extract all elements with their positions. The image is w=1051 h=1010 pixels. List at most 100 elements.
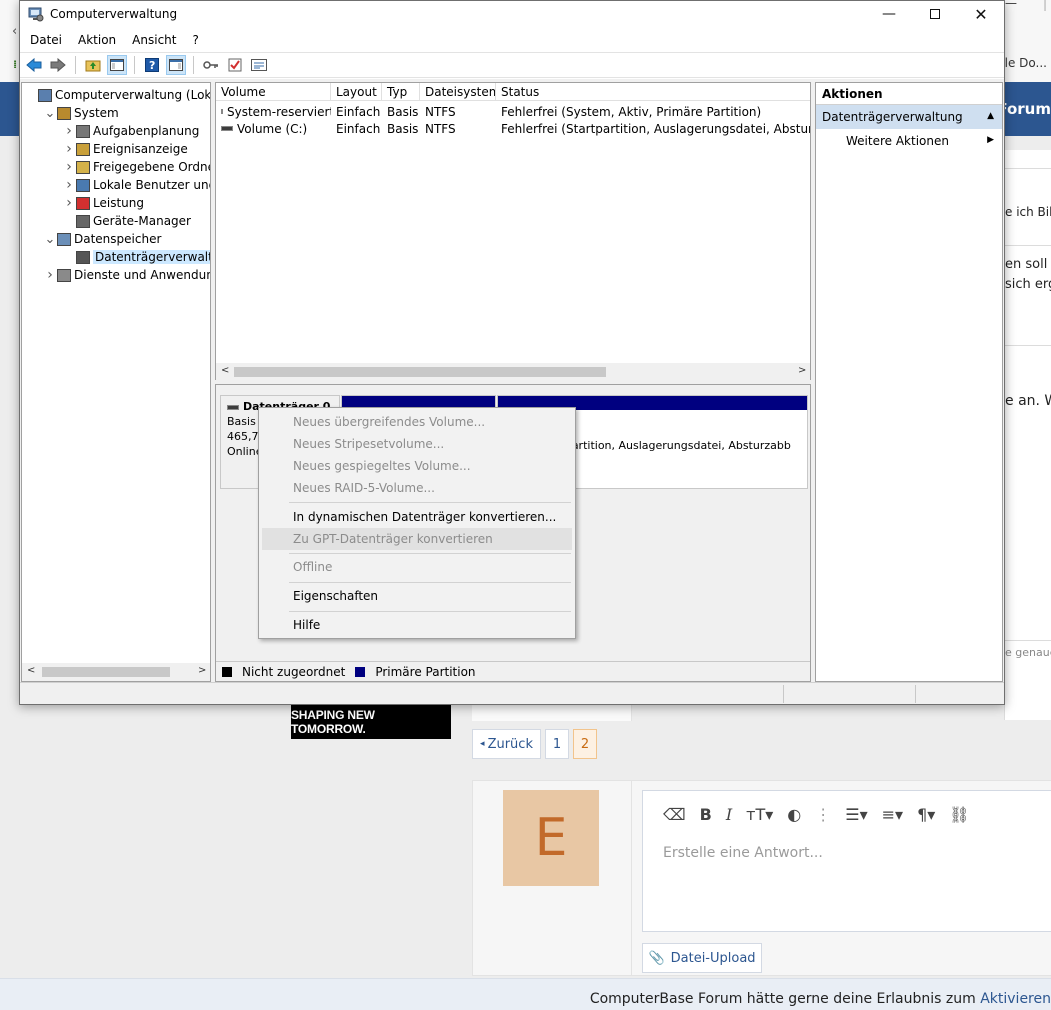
chevron-down-icon[interactable]: ⌄ (43, 232, 57, 247)
list-horizontal-scrollbar[interactable]: < > (216, 363, 810, 380)
system-tools-icon (57, 106, 71, 120)
statusbar (20, 682, 1004, 704)
tree-horizontal-scrollbar[interactable]: < > (22, 663, 210, 681)
ad-banner[interactable]: SHAPING NEW TOMORROW. (291, 705, 451, 739)
forum-post-area (1004, 150, 1051, 720)
pagination-back-button[interactable]: ◂ Zurück (472, 729, 541, 759)
tree-item[interactable]: › Freigegebene Ordner (62, 158, 210, 176)
column-header-volume[interactable]: Volume (216, 83, 331, 101)
tree-item[interactable]: › Aufgabenplanung (62, 122, 199, 140)
avatar[interactable]: E (503, 790, 599, 886)
tree-item[interactable]: › Leistung (62, 194, 144, 212)
table-row[interactable]: System-reserviert Einfach Basis NTFS Feh… (216, 103, 810, 120)
chevron-right-icon[interactable]: › (62, 177, 76, 193)
scroll-right-icon[interactable]: > (198, 665, 206, 676)
pagination-page-2[interactable]: 2 (573, 729, 597, 759)
actions-pane: Aktionen Datenträgerverwaltung ▲ Weitere… (815, 82, 1003, 682)
menu-item-offline[interactable]: Offline (262, 556, 572, 578)
scroll-left-icon[interactable]: < (27, 665, 35, 676)
console-tree-icon (110, 59, 124, 71)
menu-item-convert-gpt[interactable]: Zu GPT-Datenträger konvertieren (262, 528, 572, 550)
table-row[interactable]: Volume (C:) Einfach Basis NTFS Fehlerfre… (216, 120, 810, 137)
more-options-icon[interactable]: ⋮ (815, 805, 831, 824)
users-groups-icon (76, 178, 90, 192)
close-icon: ✕ (974, 4, 988, 24)
list-icon[interactable]: ☰▾ (845, 805, 867, 824)
chevron-right-icon[interactable]: › (43, 267, 57, 283)
actions-section-label: Datenträgerverwaltung (822, 110, 963, 124)
connect-button[interactable] (201, 55, 221, 75)
italic-icon[interactable]: I (726, 805, 732, 824)
tree-item[interactable]: Datenträgerverwaltung (62, 248, 210, 266)
bookmark-apps-icon[interactable]: ⁞ (13, 58, 17, 71)
tree-item[interactable]: › Dienste und Anwendungen (43, 266, 210, 284)
tree-item[interactable]: ⌄ Datenspeicher (43, 230, 162, 248)
menu-item-convert-dynamic[interactable]: In dynamischen Datenträger konvertieren.… (262, 506, 572, 528)
eraser-icon[interactable]: ⌫ (663, 805, 686, 824)
chevron-right-icon[interactable]: › (62, 195, 76, 211)
forward-button[interactable] (48, 55, 68, 75)
column-header-layout[interactable]: Layout (331, 83, 382, 101)
menu-ansicht[interactable]: Ansicht (132, 33, 176, 47)
scroll-left-icon[interactable]: < (221, 365, 229, 376)
properties-icon (251, 59, 267, 71)
up-folder-button[interactable] (83, 55, 103, 75)
column-header-status[interactable]: Status (496, 83, 810, 101)
titlebar[interactable]: Computerverwaltung — ✕ (20, 1, 1004, 29)
tree-item[interactable]: Computerverwaltung (Lokal) (24, 86, 210, 104)
scroll-thumb[interactable] (42, 667, 170, 677)
reply-editor[interactable]: ⌫ B I тT▾ ◐ ⋮ ☰▾ ≡▾ ¶▾ ⛓ Erstelle eine A… (642, 790, 1051, 932)
align-icon[interactable]: ≡▾ (882, 805, 903, 824)
tree-item[interactable]: › Ereignisanzeige (62, 140, 188, 158)
menu-help[interactable]: ? (192, 33, 198, 47)
consent-activate-link[interactable]: Aktivieren (980, 991, 1051, 1007)
collapse-up-icon[interactable]: ▲ (987, 111, 994, 121)
properties-button[interactable] (249, 55, 269, 75)
browser-back-icon[interactable]: ‹ (12, 24, 17, 39)
menu-aktion[interactable]: Aktion (78, 33, 116, 47)
menu-datei[interactable]: Datei (30, 33, 62, 47)
text-size-icon[interactable]: тT▾ (746, 805, 773, 824)
chevron-right-icon[interactable]: › (62, 141, 76, 157)
close-button[interactable]: ✕ (958, 1, 1004, 27)
actions-more-item[interactable]: Weitere Aktionen ▶ (816, 129, 1002, 153)
chevron-down-icon[interactable]: ⌄ (43, 106, 57, 121)
menu-item-new-striped-volume[interactable]: Neues Stripesetvolume... (262, 433, 572, 455)
chevron-right-icon[interactable]: › (62, 123, 76, 139)
menu-item-properties[interactable]: Eigenschaften (262, 585, 572, 607)
show-hide-tree-button[interactable] (107, 55, 127, 75)
show-action-pane-button[interactable] (166, 55, 186, 75)
tree-item[interactable]: ⌄ System (43, 104, 119, 122)
bold-icon[interactable]: B (700, 805, 712, 824)
palette-icon[interactable]: ◐ (787, 805, 801, 824)
link-icon[interactable]: ⛓ (949, 805, 969, 824)
maximize-button[interactable] (912, 1, 958, 27)
tree-item-label: Dienste und Anwendungen (74, 268, 210, 282)
tree-item[interactable]: › Lokale Benutzer und Gr (62, 176, 210, 194)
menu-item-new-raid5-volume[interactable]: Neues RAID-5-Volume... (262, 477, 572, 499)
legend-swatch-unallocated (222, 666, 232, 677)
chevron-right-icon[interactable]: › (62, 159, 76, 175)
scroll-thumb[interactable] (234, 367, 606, 377)
pagination-page-1[interactable]: 1 (545, 729, 569, 759)
file-upload-button[interactable]: 📎 Datei-Upload (642, 943, 762, 973)
menu-item-help[interactable]: Hilfe (262, 614, 572, 636)
menu-item-new-mirrored-volume[interactable]: Neues gespiegeltes Volume... (262, 455, 572, 477)
browser-window-controls: — | (1003, 0, 1051, 14)
menu-item-new-spanned-volume[interactable]: Neues übergreifendes Volume... (262, 411, 572, 433)
paragraph-icon[interactable]: ¶▾ (917, 805, 935, 824)
back-button[interactable] (24, 55, 44, 75)
browser-minimize-icon[interactable]: — (1005, 0, 1017, 10)
scroll-right-icon[interactable]: > (798, 365, 806, 376)
help-button[interactable]: ? (142, 55, 162, 75)
column-header-dateisystem[interactable]: Dateisystem (420, 83, 496, 101)
check-button[interactable] (225, 55, 245, 75)
minimize-button[interactable]: — (866, 1, 912, 27)
tree-item[interactable]: Geräte-Manager (62, 212, 191, 230)
browser-divider: | (1043, 0, 1048, 11)
actions-section-disk-management[interactable]: Datenträgerverwaltung ▲ (816, 105, 1002, 129)
volume-list: Volume Layout Typ Dateisystem Status Sys… (215, 82, 811, 380)
column-header-typ[interactable]: Typ (382, 83, 420, 101)
forum-banner-title[interactable]: Forum (997, 100, 1051, 118)
services-icon (57, 268, 71, 282)
